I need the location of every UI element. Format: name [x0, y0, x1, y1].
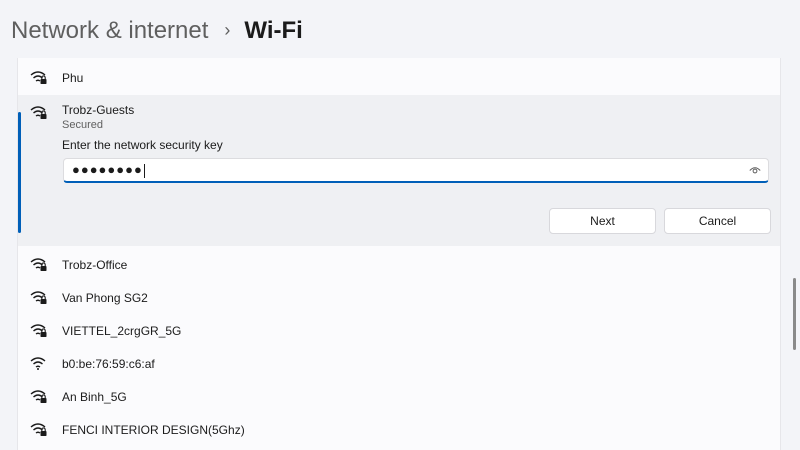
wifi-secured-icon	[30, 324, 47, 337]
breadcrumb: Network & internet › Wi-Fi	[11, 14, 303, 48]
password-masked-value: ●●●●●●●●	[72, 162, 143, 177]
network-ssid: VIETTEL_2crgGR_5G	[62, 323, 182, 338]
breadcrumb-network-internet[interactable]: Network & internet	[11, 17, 208, 45]
network-item-fenci-interior-design[interactable]: FENCI INTERIOR DESIGN(5Ghz)	[18, 413, 780, 446]
security-key-label: Enter the network security key	[62, 138, 223, 152]
text-caret	[143, 163, 145, 178]
network-ssid: An Binh_5G	[62, 389, 127, 404]
cancel-button[interactable]: Cancel	[664, 208, 771, 234]
selection-accent-bar	[18, 112, 21, 233]
wifi-secured-icon	[30, 71, 47, 84]
network-ssid: b0:be:76:59:c6:af	[62, 356, 155, 371]
wifi-secured-icon	[30, 390, 47, 403]
wifi-secured-icon	[30, 291, 47, 304]
wifi-open-icon	[30, 357, 46, 370]
network-ssid: FENCI INTERIOR DESIGN(5Ghz)	[62, 422, 245, 437]
breadcrumb-chevron-icon: ›	[224, 19, 231, 40]
security-key-input[interactable]: ●●●●●●●●	[63, 158, 769, 183]
network-item-trobz-guests-expanded: Trobz-Guests Secured Enter the network s…	[18, 95, 780, 246]
network-item-b0-be-76-59-c6-af[interactable]: b0:be:76:59:c6:af	[18, 347, 780, 380]
network-item-phu[interactable]: Phu	[18, 61, 780, 94]
network-item-viettel-2crggr-5g[interactable]: VIETTEL_2crgGR_5G	[18, 314, 780, 347]
network-ssid: Trobz-Guests	[62, 103, 135, 117]
wifi-network-list: Phu Trobz-Guests Secured Enter the netwo…	[17, 58, 781, 450]
network-ssid: Van Phong SG2	[62, 290, 148, 305]
network-ssid: Trobz-Office	[62, 257, 128, 272]
next-button[interactable]: Next	[549, 208, 656, 234]
network-item-trobz-office[interactable]: Trobz-Office	[18, 248, 780, 281]
network-status: Secured	[62, 119, 103, 131]
page-title: Wi-Fi	[244, 17, 303, 44]
scrollbar-thumb[interactable]	[793, 278, 796, 350]
wifi-secured-icon	[30, 258, 47, 271]
network-ssid: Phu	[62, 70, 84, 85]
network-item-an-binh-5g[interactable]: An Binh_5G	[18, 380, 780, 413]
reveal-password-eye-icon[interactable]	[749, 166, 761, 175]
wifi-secured-icon	[30, 423, 47, 436]
network-item-van-phong-sg2[interactable]: Van Phong SG2	[18, 281, 780, 314]
wifi-secured-icon	[30, 106, 47, 119]
